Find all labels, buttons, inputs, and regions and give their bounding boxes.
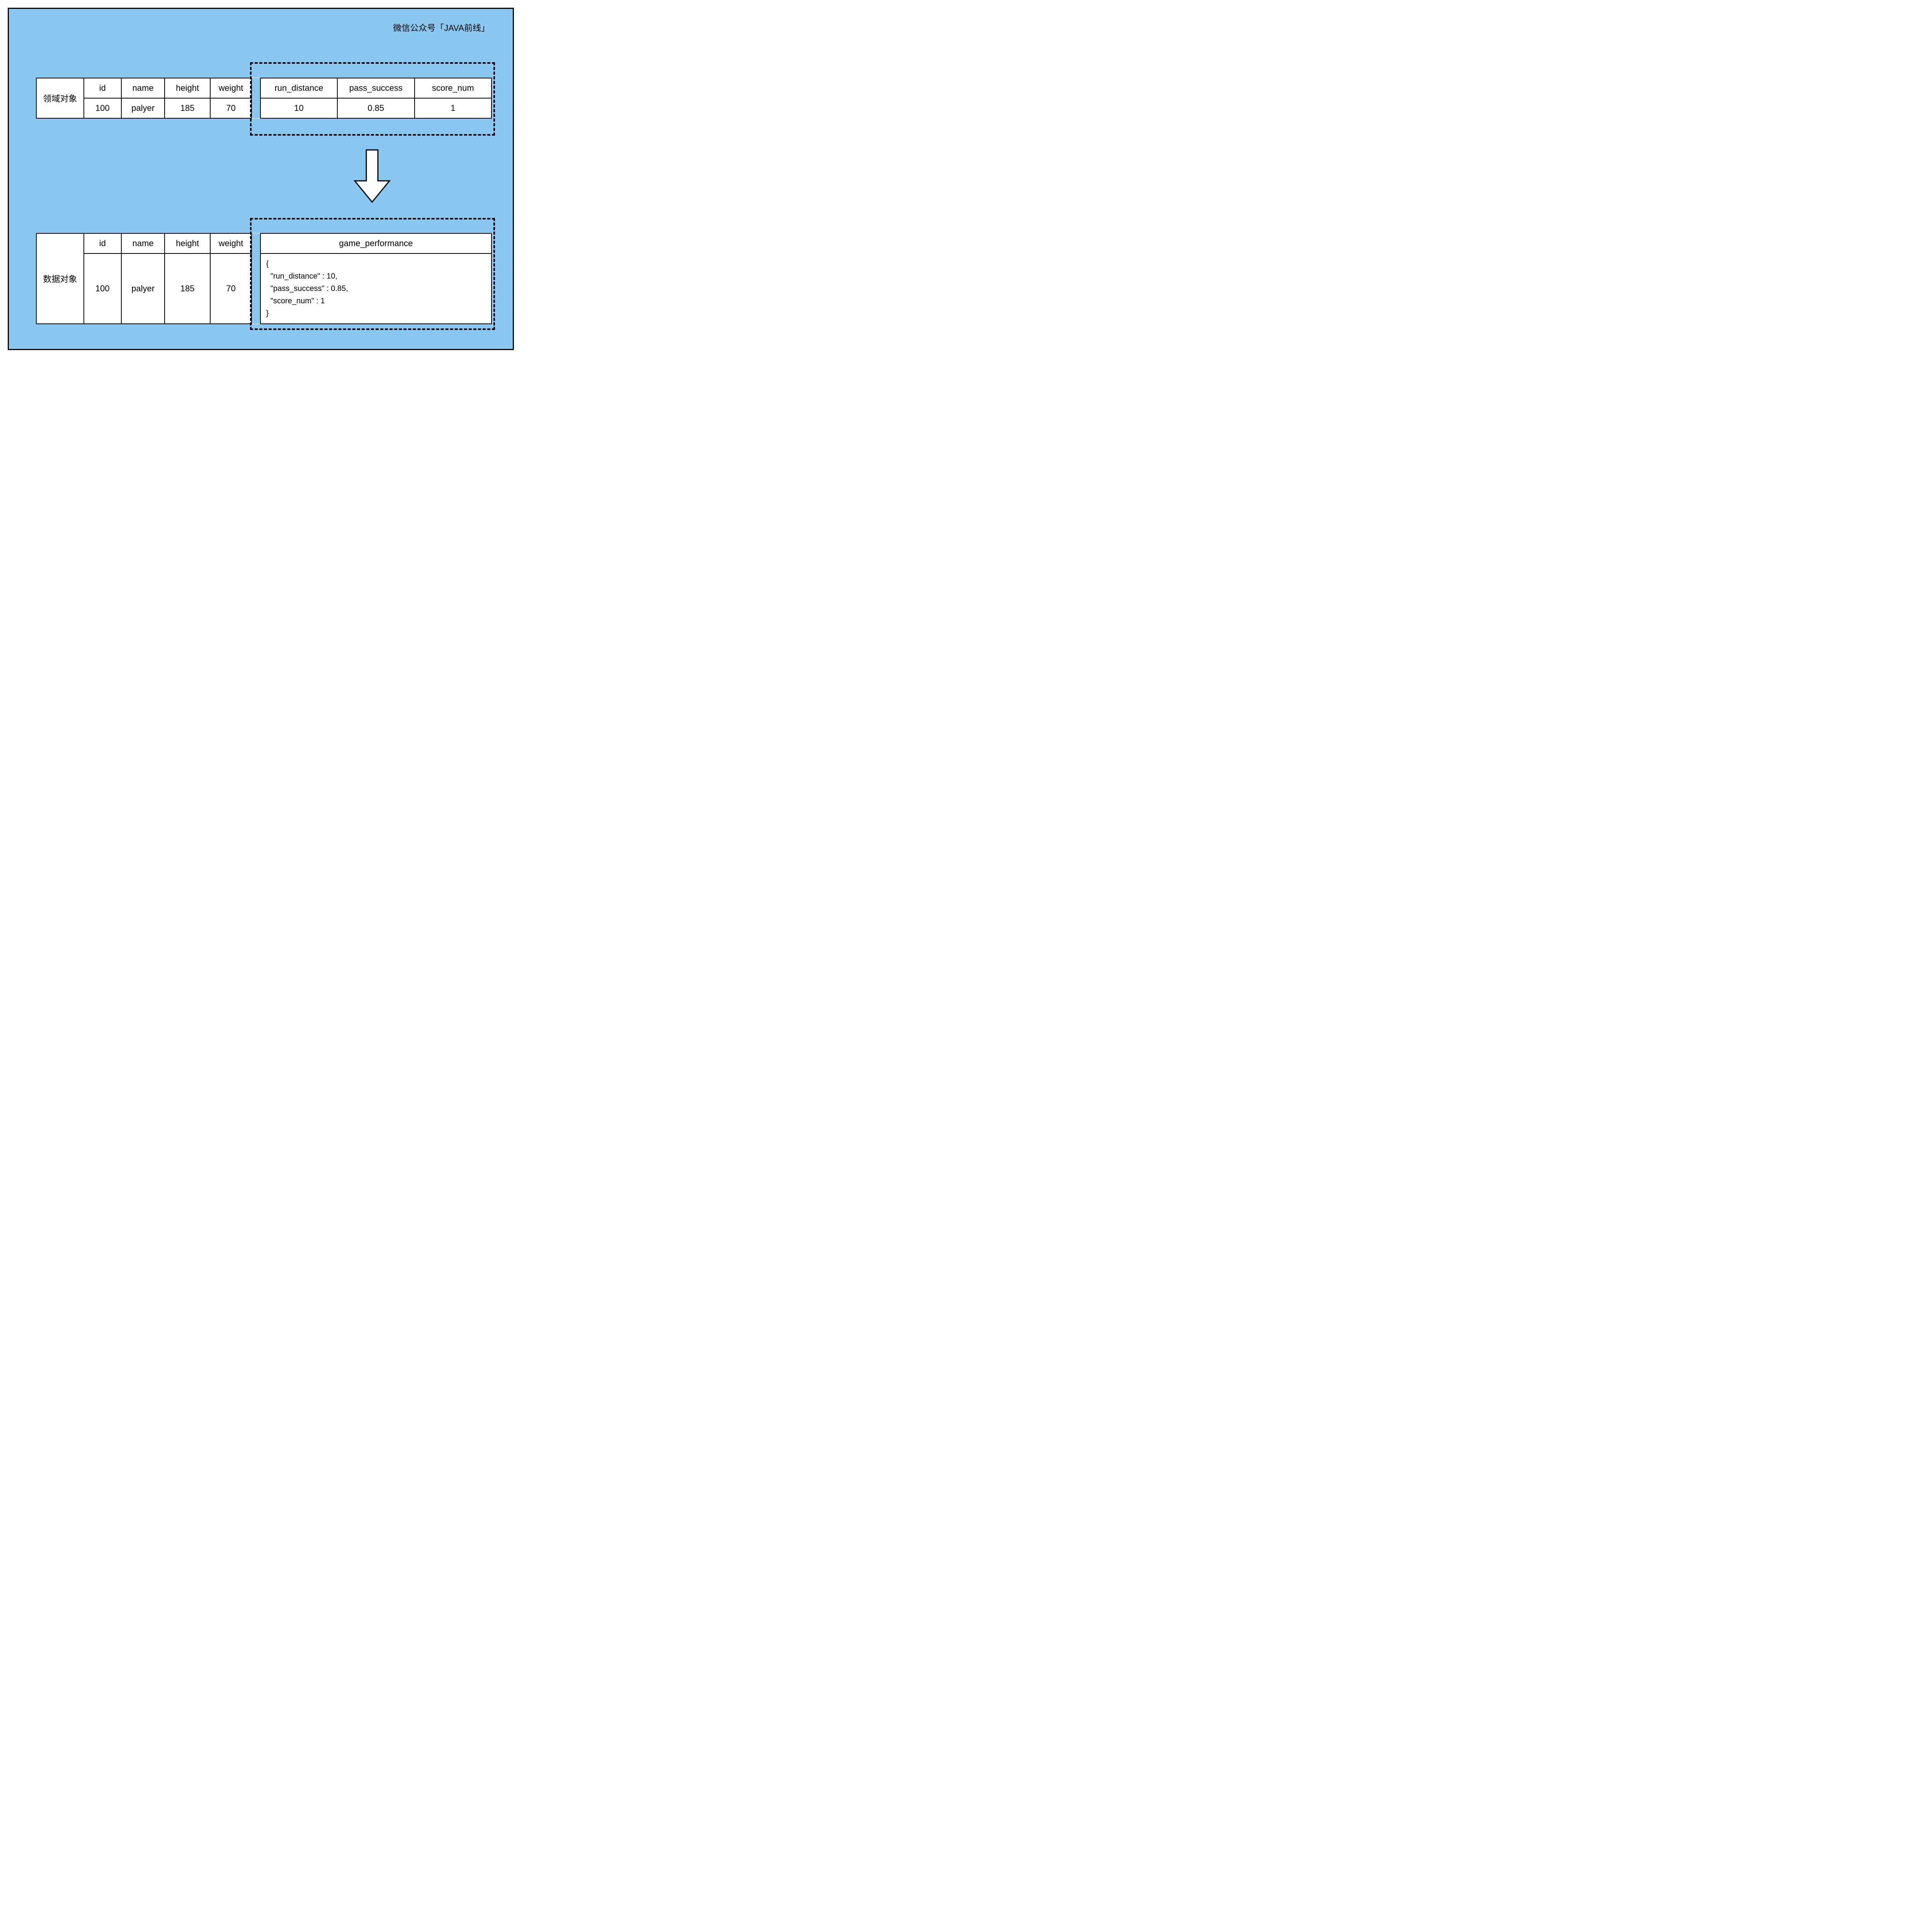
down-arrow-icon (351, 148, 393, 206)
cell-id: 100 (84, 98, 121, 118)
cell-height: 185 (165, 98, 210, 118)
table-spacer (252, 233, 260, 324)
col-header-height: height (165, 78, 210, 98)
cell-weight: 70 (210, 98, 252, 118)
table-header-row: 领域对象 id name height weight run_distance … (36, 78, 492, 98)
cell-score-num: 1 (415, 98, 492, 118)
row-label: 领域对象 (36, 78, 84, 118)
col-header-run-distance: run_distance (260, 78, 337, 98)
attribution-text: 微信公众号「JAVA前线」 (393, 21, 490, 34)
col-header-weight: weight (210, 78, 252, 98)
cell-name: palyer (121, 253, 165, 324)
cell-pass-success: 0.85 (337, 98, 414, 118)
cell-height: 185 (165, 253, 210, 324)
col-header-id: id (84, 78, 121, 98)
col-header-pass-success: pass_success (337, 78, 414, 98)
domain-object-table: 领域对象 id name height weight run_distance … (36, 78, 492, 119)
cell-weight: 70 (210, 253, 252, 324)
col-header-score-num: score_num (415, 78, 492, 98)
cell-game-performance-json: { "run_distance" : 10, "pass_success" : … (260, 253, 492, 324)
col-header-game-performance: game_performance (260, 233, 492, 253)
col-header-name: name (121, 233, 165, 253)
col-header-name: name (121, 78, 165, 98)
row-label: 数据对象 (36, 233, 84, 324)
col-header-weight: weight (210, 233, 252, 253)
data-object-table-wrap: 数据对象 id name height weight game_performa… (36, 233, 492, 324)
table-header-row: 数据对象 id name height weight game_performa… (36, 233, 492, 253)
diagram-canvas: 微信公众号「JAVA前线」 领域对象 id name height weight… (8, 8, 514, 350)
cell-id: 100 (84, 253, 121, 324)
table-data-row: 100 palyer 185 70 { "run_distance" : 10,… (36, 253, 492, 324)
cell-run-distance: 10 (260, 98, 337, 118)
col-header-id: id (84, 233, 121, 253)
table-spacer (252, 78, 260, 118)
col-header-height: height (165, 233, 210, 253)
table-data-row: 100 palyer 185 70 10 0.85 1 (36, 98, 492, 118)
data-object-table: 数据对象 id name height weight game_performa… (36, 233, 492, 324)
cell-name: palyer (121, 98, 165, 118)
domain-object-table-wrap: 领域对象 id name height weight run_distance … (36, 78, 492, 119)
